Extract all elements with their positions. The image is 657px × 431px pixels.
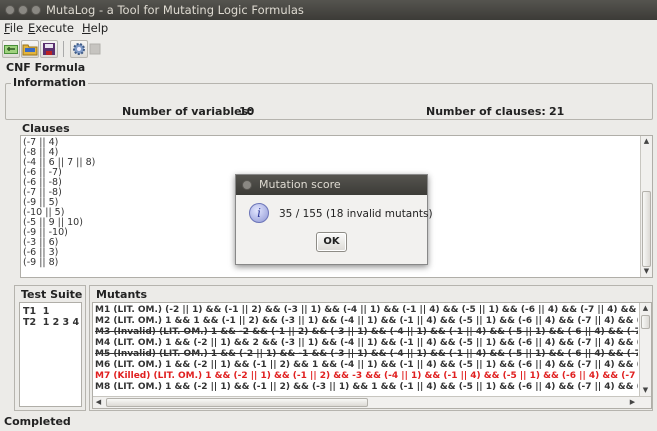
mutant-row[interactable]: M6 (LIT. OM.) 1 && (-2 || 1) && (-1 || 2… <box>95 360 638 371</box>
mutants-hscroll-thumb[interactable] <box>106 398 368 407</box>
test-suite-title: Test Suite <box>21 288 83 301</box>
information-group: Information Number of variables: 10 Numb… <box>5 77 653 120</box>
toolbar <box>0 37 657 61</box>
status-text: Completed <box>4 415 71 428</box>
mutant-row-invalid[interactable]: M5 (Invalid) (LIT. OM.) 1 && (-2 || 1) &… <box>95 349 638 360</box>
save-button[interactable] <box>40 40 58 58</box>
dialog-close-button[interactable] <box>242 180 252 190</box>
stop-button[interactable] <box>89 43 101 55</box>
test-suite-panel: Test Suite T1 1 T2 1 2 3 4 <box>14 285 86 411</box>
cnf-formula-title: CNF Formula <box>6 61 86 74</box>
scroll-down-arrow-icon[interactable]: ▼ <box>640 385 651 396</box>
scroll-up-arrow-icon[interactable]: ▲ <box>641 136 652 147</box>
open-folder-button[interactable] <box>21 40 39 58</box>
open-formula-button[interactable] <box>2 40 20 58</box>
list-item[interactable]: T1 1 <box>23 306 49 317</box>
info-icon: i <box>249 203 269 223</box>
information-title: Information <box>11 76 88 89</box>
num-clauses-value: 21 <box>549 105 565 118</box>
mutant-row-killed[interactable]: M7 (Killed) (LIT. OM.) 1 && (-2 || 1) &&… <box>95 371 638 382</box>
scroll-left-arrow-icon[interactable]: ◀ <box>93 397 104 408</box>
num-variables-value: 10 <box>239 105 255 118</box>
mutant-row[interactable]: M1 (LIT. OM.) (-2 || 1) && (-1 || 2) && … <box>95 305 638 316</box>
toolbar-separator <box>63 41 64 57</box>
mutants-title: Mutants <box>96 288 148 301</box>
clauses-lines: (-7 || 4) (-8 || 4) (-4 || 6 || 7 || 8) … <box>23 138 95 268</box>
clauses-scroll-thumb[interactable] <box>642 191 651 267</box>
mutants-hscrollbar[interactable]: ◀ ▶ <box>93 396 651 408</box>
settings-gear-icon <box>73 43 85 55</box>
window-minimize-button[interactable] <box>18 5 28 15</box>
mutant-row-invalid[interactable]: M3 (Invalid) (LIT. OM.) 1 && -2 && (-1 |… <box>95 327 638 338</box>
open-folder-icon <box>22 44 38 56</box>
mutant-row[interactable]: M2 (LIT. OM.) 1 && 1 && (-1 || 2) && (-3… <box>95 316 638 327</box>
dialog-title: Mutation score <box>259 178 341 191</box>
mutation-score-dialog: Mutation score i 35 / 155 (18 invalid mu… <box>235 174 433 265</box>
save-icon <box>43 43 55 55</box>
window-title: MutaLog - a Tool for Mutating Logic Form… <box>46 3 304 17</box>
menu-help[interactable]: Help <box>82 20 108 37</box>
stop-icon <box>89 43 101 55</box>
list-item[interactable]: T2 1 2 3 4 <box>23 317 79 328</box>
menu-bar: File Execute Help <box>0 20 657 37</box>
mutant-row[interactable]: M8 (LIT. OM.) 1 && (-2 || 1) && (-1 || 2… <box>95 382 638 393</box>
window-close-button[interactable] <box>5 5 15 15</box>
dialog-title-bar: Mutation score <box>236 175 427 195</box>
clause-line: (-9 || 8) <box>23 257 59 268</box>
mutants-list[interactable]: M1 (LIT. OM.) (-2 || 1) && (-1 || 2) && … <box>92 302 652 409</box>
dialog-message: 35 / 155 (18 invalid mutants) <box>279 208 433 220</box>
ok-button[interactable]: OK <box>316 232 347 252</box>
mutants-vscroll-thumb[interactable] <box>641 315 650 329</box>
test-suite-list[interactable]: T1 1 T2 1 2 3 4 <box>19 302 82 407</box>
window-maximize-button[interactable] <box>31 5 41 15</box>
open-formula-icon <box>4 45 18 54</box>
scroll-right-arrow-icon[interactable]: ▶ <box>627 397 638 408</box>
mutants-vscrollbar[interactable]: ▲ ▼ <box>639 303 651 396</box>
scroll-down-arrow-icon[interactable]: ▼ <box>641 266 652 277</box>
mutants-panel: Mutants M1 (LIT. OM.) (-2 || 1) && (-1 |… <box>89 285 653 411</box>
num-clauses-label: Number of clauses: <box>426 105 546 118</box>
mutants-viewport: M1 (LIT. OM.) (-2 || 1) && (-1 || 2) && … <box>93 303 638 396</box>
mutate-settings-button[interactable] <box>70 40 88 58</box>
scroll-up-arrow-icon[interactable]: ▲ <box>640 303 651 314</box>
clauses-scrollbar[interactable]: ▲ ▼ <box>640 136 652 277</box>
clauses-title: Clauses <box>22 122 70 135</box>
window-title-bar: MutaLog - a Tool for Mutating Logic Form… <box>0 0 657 20</box>
mutant-row[interactable]: M4 (LIT. OM.) 1 && (-2 || 1) && 2 && (-3… <box>95 338 638 349</box>
menu-execute[interactable]: Execute <box>28 20 74 37</box>
menu-file[interactable]: File <box>4 20 23 37</box>
num-variables-label: Number of variables: <box>122 105 253 118</box>
